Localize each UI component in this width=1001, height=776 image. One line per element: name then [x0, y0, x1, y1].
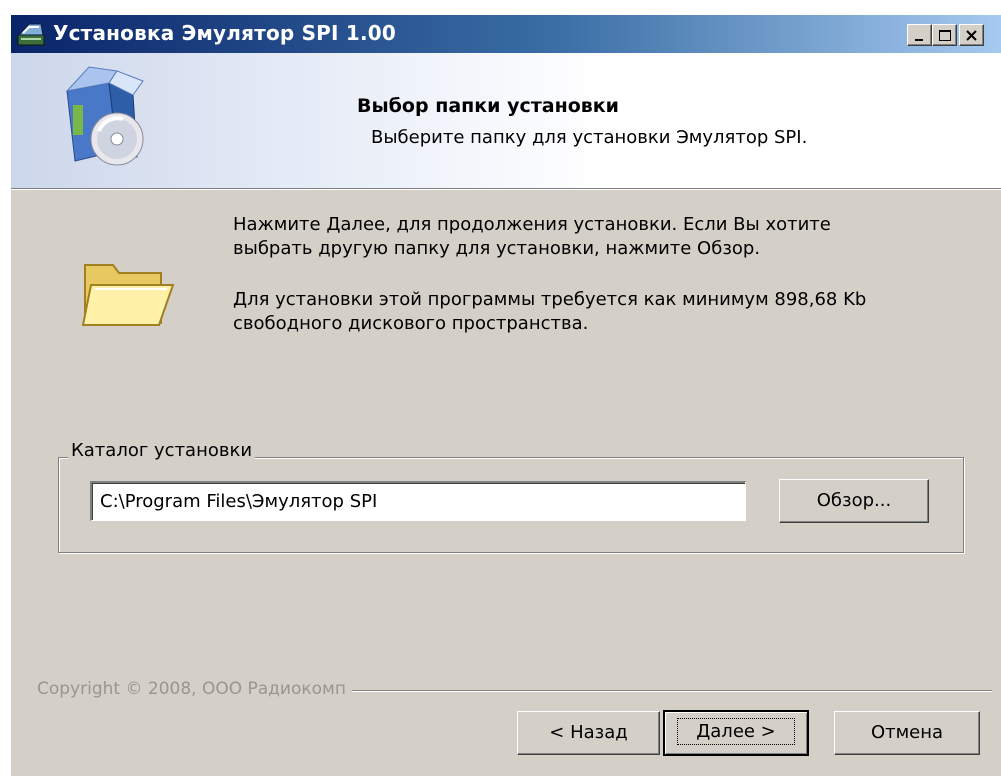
space-required-line-2: свободного дискового пространства.: [233, 313, 589, 334]
instruction-line-2: выбрать другую папку для установки, нажм…: [233, 238, 761, 259]
maximize-button[interactable]: [932, 24, 957, 46]
title-bar[interactable]: Установка Эмулятор SPI 1.00: [11, 15, 1001, 53]
folder-icon: [77, 251, 177, 335]
setup-box-cd-icon: [47, 61, 157, 171]
maximize-icon: [939, 30, 951, 41]
close-icon: [966, 30, 977, 41]
cancel-button[interactable]: Отмена: [834, 711, 980, 755]
copyright-text: Copyright © 2008, ООО Радиокомп: [37, 679, 352, 699]
next-button[interactable]: Далее >: [663, 710, 809, 756]
page-subtitle: Выберите папку для установки Эмулятор SP…: [371, 127, 808, 148]
back-button[interactable]: < Назад: [517, 711, 660, 755]
browse-button[interactable]: Обзор...: [779, 479, 929, 523]
minimize-button[interactable]: [907, 24, 932, 46]
installer-app-icon[interactable]: [17, 21, 45, 47]
minimize-icon: [915, 39, 923, 41]
install-path-input[interactable]: [90, 481, 746, 521]
instruction-line-1: Нажмите Далее, для продолжения установки…: [233, 214, 831, 235]
installer-window: Установка Эмулятор SPI 1.00 Выбор папки …: [10, 14, 1001, 776]
window-title: Установка Эмулятор SPI 1.00: [53, 21, 396, 45]
header-divider: [11, 188, 1001, 190]
close-button[interactable]: [959, 24, 984, 46]
wizard-header: Выбор папки установки Выберите папку для…: [11, 53, 1001, 188]
page-title: Выбор папки установки: [357, 95, 619, 117]
next-button-label: Далее >: [677, 718, 795, 745]
space-required-line-1: Для установки этой программы требуется к…: [233, 289, 867, 310]
install-dir-label: Каталог установки: [68, 440, 256, 461]
